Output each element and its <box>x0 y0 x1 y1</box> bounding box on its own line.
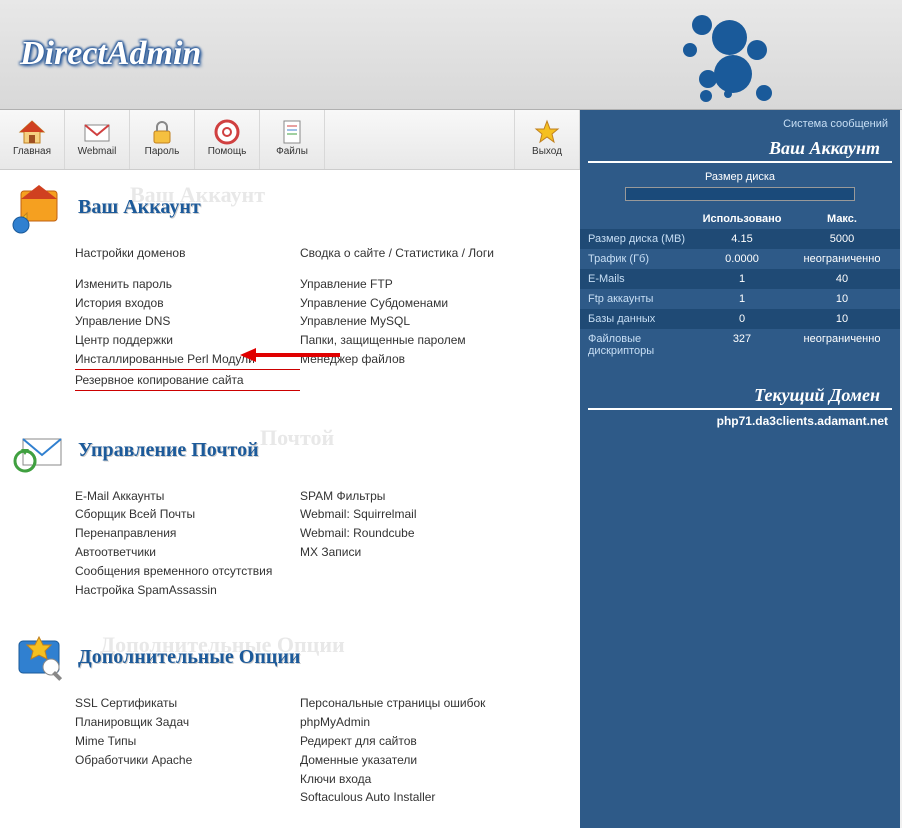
email-icon <box>10 423 70 478</box>
stats-label[interactable]: Размер диска (MB) <box>588 233 692 245</box>
link-ssl[interactable]: SSL Сертификаты <box>75 695 300 712</box>
link-phpmyadmin[interactable]: phpMyAdmin <box>300 714 525 731</box>
main-content: Главная Webmail Пароль Помощь Файлы Вы <box>0 110 580 828</box>
account-links-col1: Настройки доменов Изменить пароль Истори… <box>75 245 300 393</box>
toolbar-home[interactable]: Главная <box>0 110 65 169</box>
link-apache-handlers[interactable]: Обработчики Apache <box>75 752 300 769</box>
lock-icon <box>130 118 194 146</box>
system-messages-link[interactable]: Система сообщений <box>580 110 900 134</box>
section-advanced: Дополнительные Опции Дополнительные Опци… <box>0 620 580 828</box>
current-domain-heading: Текущий Домен <box>588 381 892 410</box>
stats-row: Трафик (Гб)0.0000неограниченно <box>580 249 900 269</box>
sidebar: Система сообщений Ваш Аккаунт Размер дис… <box>580 110 900 828</box>
star-icon <box>515 118 579 146</box>
stats-header: Использовано Макс. <box>580 209 900 229</box>
email-links-col2: SPAM Фильтры Webmail: Squirrelmail Webma… <box>300 488 525 601</box>
link-mysql-management[interactable]: Управление MySQL <box>300 313 525 330</box>
link-error-pages[interactable]: Персональные страницы ошибок <box>300 695 525 712</box>
home-icon <box>0 118 64 146</box>
link-cron[interactable]: Планировщик Задач <box>75 714 300 731</box>
toolbar-webmail[interactable]: Webmail <box>65 110 130 169</box>
link-login-keys[interactable]: Ключи входа <box>300 771 525 788</box>
toolbar-exit[interactable]: Выход <box>515 110 580 169</box>
link-site-summary[interactable]: Сводка о сайте / Статистика / Логи <box>300 245 525 262</box>
help-icon <box>195 118 259 146</box>
link-domain-settings[interactable]: Настройки доменов <box>75 245 300 262</box>
link-change-password[interactable]: Изменить пароль <box>75 276 300 293</box>
link-roundcube[interactable]: Webmail: Roundcube <box>300 525 525 542</box>
link-catchall[interactable]: Сборщик Всей Почты <box>75 506 300 523</box>
advanced-links-col1: SSL Сертификаты Планировщик Задач Mime Т… <box>75 695 300 808</box>
link-forwarders[interactable]: Перенаправления <box>75 525 300 542</box>
advanced-icon <box>10 630 70 685</box>
account-links-col2: Сводка о сайте / Статистика / Логи Управ… <box>300 245 525 393</box>
link-domain-pointers[interactable]: Доменные указатели <box>300 752 525 769</box>
disk-size-label: Размер диска <box>588 171 892 183</box>
mail-icon <box>65 118 129 146</box>
files-icon <box>260 118 324 146</box>
link-site-backup[interactable]: Резервное копирование сайта <box>75 372 300 391</box>
stats-row: Размер диска (MB)4.155000 <box>580 229 900 249</box>
stats-label[interactable]: Базы данных <box>588 313 692 325</box>
your-account-heading: Ваш Аккаунт <box>588 134 892 163</box>
link-subdomain-management[interactable]: Управление Субдоменами <box>300 295 525 312</box>
stats-row: E-Mails140 <box>580 269 900 289</box>
link-ftp-management[interactable]: Управление FTP <box>300 276 525 293</box>
link-softaculous[interactable]: Softaculous Auto Installer <box>300 789 525 806</box>
link-login-history[interactable]: История входов <box>75 295 300 312</box>
toolbar-help[interactable]: Помощь <box>195 110 260 169</box>
annotation-arrow <box>240 345 340 365</box>
stats-row: Файловые дискрипторы327неограниченно <box>580 329 900 361</box>
link-mx-records[interactable]: MX Записи <box>300 544 525 561</box>
link-spam-filters[interactable]: SPAM Фильтры <box>300 488 525 505</box>
toolbar-password[interactable]: Пароль <box>130 110 195 169</box>
stats-label[interactable]: Трафик (Гб) <box>588 253 692 265</box>
section-title-advanced: Дополнительные Опции <box>78 646 300 669</box>
disk-progress-bar <box>625 187 855 201</box>
toolbar: Главная Webmail Пароль Помощь Файлы Вы <box>0 110 580 170</box>
toolbar-files[interactable]: Файлы <box>260 110 325 169</box>
stats-label[interactable]: Файловые дискрипторы <box>588 333 692 357</box>
stats-label[interactable]: E-Mails <box>588 273 692 285</box>
link-squirrelmail[interactable]: Webmail: Squirrelmail <box>300 506 525 523</box>
link-email-accounts[interactable]: E-Mail Аккаунты <box>75 488 300 505</box>
stats-row: Ftp аккаунты110 <box>580 289 900 309</box>
link-spamassassin[interactable]: Настройка SpamAssassin <box>75 582 300 599</box>
logo-decoration <box>622 15 772 105</box>
email-links-col1: E-Mail Аккаунты Сборщик Всей Почты Перен… <box>75 488 300 601</box>
section-title-account: Ваш Аккаунт <box>78 196 201 219</box>
link-vacation-messages[interactable]: Сообщения временного отсутствия <box>75 563 300 580</box>
advanced-links-col2: Персональные страницы ошибок phpMyAdmin … <box>300 695 525 808</box>
link-dns-management[interactable]: Управление DNS <box>75 313 300 330</box>
current-domain-value[interactable]: php71.da3clients.adamant.net <box>580 410 900 432</box>
account-icon <box>10 180 70 235</box>
stats-label[interactable]: Ftp аккаунты <box>588 293 692 305</box>
section-account: Ваш Аккаунт Ваш Аккаунт Настройки домено… <box>0 170 580 413</box>
stats-row: Базы данных010 <box>580 309 900 329</box>
link-site-redirect[interactable]: Редирект для сайтов <box>300 733 525 750</box>
link-mime-types[interactable]: Mime Типы <box>75 733 300 750</box>
section-title-email: Управление Почтой <box>78 439 259 462</box>
link-autoresponders[interactable]: Автоответчики <box>75 544 300 561</box>
header: DirectAdmin <box>0 0 902 110</box>
section-email: Почтой Управление Почтой E-Mail Аккаунты… <box>0 413 580 621</box>
logo: DirectAdmin <box>20 35 201 73</box>
